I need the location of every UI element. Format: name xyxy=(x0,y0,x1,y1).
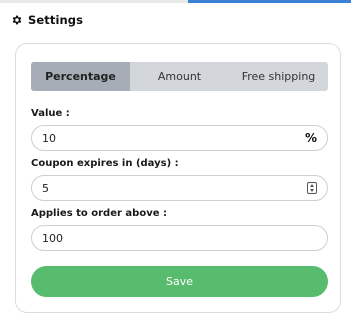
expires-label: Coupon expires in (days) : xyxy=(31,158,179,169)
tab-percentage[interactable]: Percentage xyxy=(31,62,130,91)
min-order-field-value: 100 xyxy=(42,231,63,245)
tab-amount[interactable]: Amount xyxy=(130,62,229,91)
top-accent-bar xyxy=(188,0,351,3)
tab-free-shipping[interactable]: Free shipping xyxy=(229,62,328,91)
discount-type-tabs: Percentage Amount Free shipping xyxy=(31,62,328,91)
page-title: Settings xyxy=(28,13,84,27)
expires-field-value: 5 xyxy=(42,181,49,195)
min-order-label: Applies to order above : xyxy=(31,208,167,219)
save-button[interactable]: Save xyxy=(31,266,328,297)
settings-card: Percentage Amount Free shipping Value : … xyxy=(15,43,341,313)
min-order-field[interactable]: 100 xyxy=(31,225,328,251)
value-field-value: 10 xyxy=(42,131,56,145)
value-label: Value : xyxy=(31,108,70,119)
expires-field[interactable]: 5 xyxy=(31,175,328,201)
gear-icon xyxy=(12,15,22,25)
value-field[interactable]: 10 % xyxy=(31,125,328,151)
settings-header: Settings xyxy=(11,12,83,28)
number-spinner-icon[interactable] xyxy=(307,182,317,194)
percent-suffix: % xyxy=(304,131,317,145)
